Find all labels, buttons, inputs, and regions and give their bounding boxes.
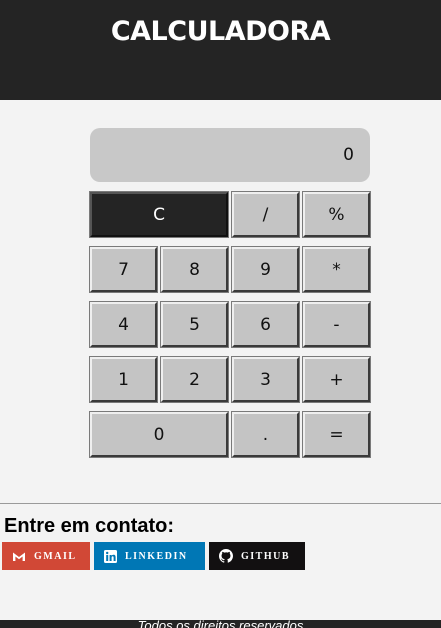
minus-button[interactable]: - <box>302 301 371 348</box>
multiply-button[interactable]: * <box>302 246 371 293</box>
digit-4-button[interactable]: 4 <box>89 301 158 348</box>
gmail-button[interactable]: GMAIL <box>2 542 90 570</box>
gmail-icon <box>12 551 26 562</box>
linkedin-button[interactable]: LINKEDIN <box>94 542 205 570</box>
digit-0-button[interactable]: 0 <box>89 411 229 458</box>
calculator-display: 0 <box>90 128 370 182</box>
percent-button[interactable]: % <box>302 191 371 238</box>
gmail-label: GMAIL <box>34 550 77 562</box>
linkedin-icon <box>104 549 117 563</box>
footer-text: Todos os direitos reservados <box>137 620 304 628</box>
plus-button[interactable]: + <box>302 356 371 403</box>
contact-title: Entre em contato: <box>4 515 175 537</box>
github-icon <box>219 549 233 563</box>
footer: Todos os direitos reservados <box>0 620 441 628</box>
digit-6-button[interactable]: 6 <box>231 301 300 348</box>
divider <box>0 503 441 504</box>
digit-5-button[interactable]: 5 <box>160 301 229 348</box>
digit-7-button[interactable]: 7 <box>89 246 158 293</box>
digit-8-button[interactable]: 8 <box>160 246 229 293</box>
digit-3-button[interactable]: 3 <box>231 356 300 403</box>
display-value: 0 <box>343 145 354 165</box>
github-button[interactable]: GITHUB <box>209 542 305 570</box>
digit-2-button[interactable]: 2 <box>160 356 229 403</box>
github-label: GITHUB <box>241 550 291 562</box>
clear-button[interactable]: C <box>89 191 229 238</box>
page-title: CALCULADORA <box>110 16 331 47</box>
decimal-button[interactable]: . <box>231 411 300 458</box>
linkedin-label: LINKEDIN <box>125 550 188 562</box>
equals-button[interactable]: = <box>302 411 371 458</box>
divide-button[interactable]: / <box>231 191 300 238</box>
header: CALCULADORA <box>0 0 441 100</box>
digit-9-button[interactable]: 9 <box>231 246 300 293</box>
digit-1-button[interactable]: 1 <box>89 356 158 403</box>
